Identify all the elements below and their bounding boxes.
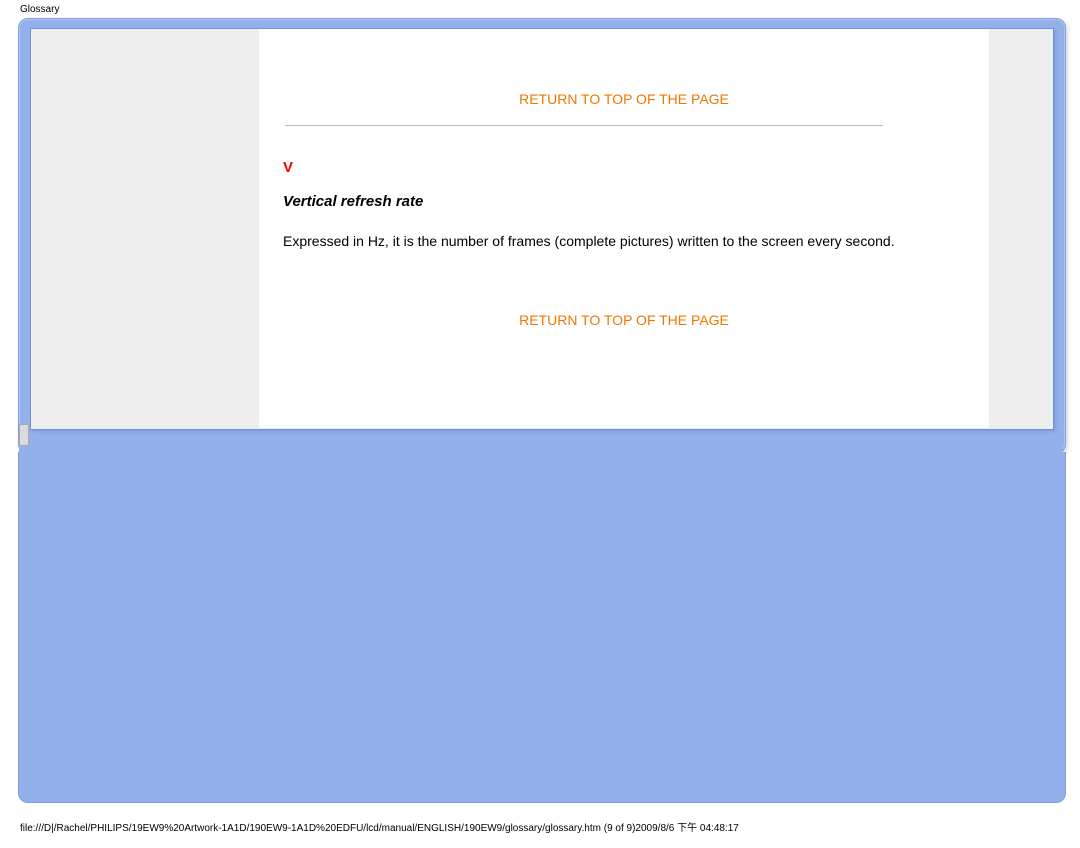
background-panel-lower: [18, 452, 1066, 803]
footer-path: file:///D|/Rachel/PHILIPS/19EW9%20Artwor…: [20, 819, 739, 834]
return-to-top-link[interactable]: RETURN TO TOP OF THE PAGE: [259, 91, 989, 107]
content-card: RETURN TO TOP OF THE PAGE V Vertical ref…: [30, 28, 1054, 430]
section-letter: V: [283, 159, 293, 176]
content-area: RETURN TO TOP OF THE PAGE V Vertical ref…: [259, 29, 989, 428]
scrollbar-handle[interactable]: [19, 424, 29, 446]
page-title: Glossary: [20, 4, 59, 15]
background-seam: [19, 448, 1063, 458]
glossary-definition: Expressed in Hz, it is the number of fra…: [283, 233, 953, 249]
glossary-term: Vertical refresh rate: [283, 193, 423, 210]
divider: [285, 125, 883, 126]
return-to-top-link[interactable]: RETURN TO TOP OF THE PAGE: [259, 312, 989, 328]
